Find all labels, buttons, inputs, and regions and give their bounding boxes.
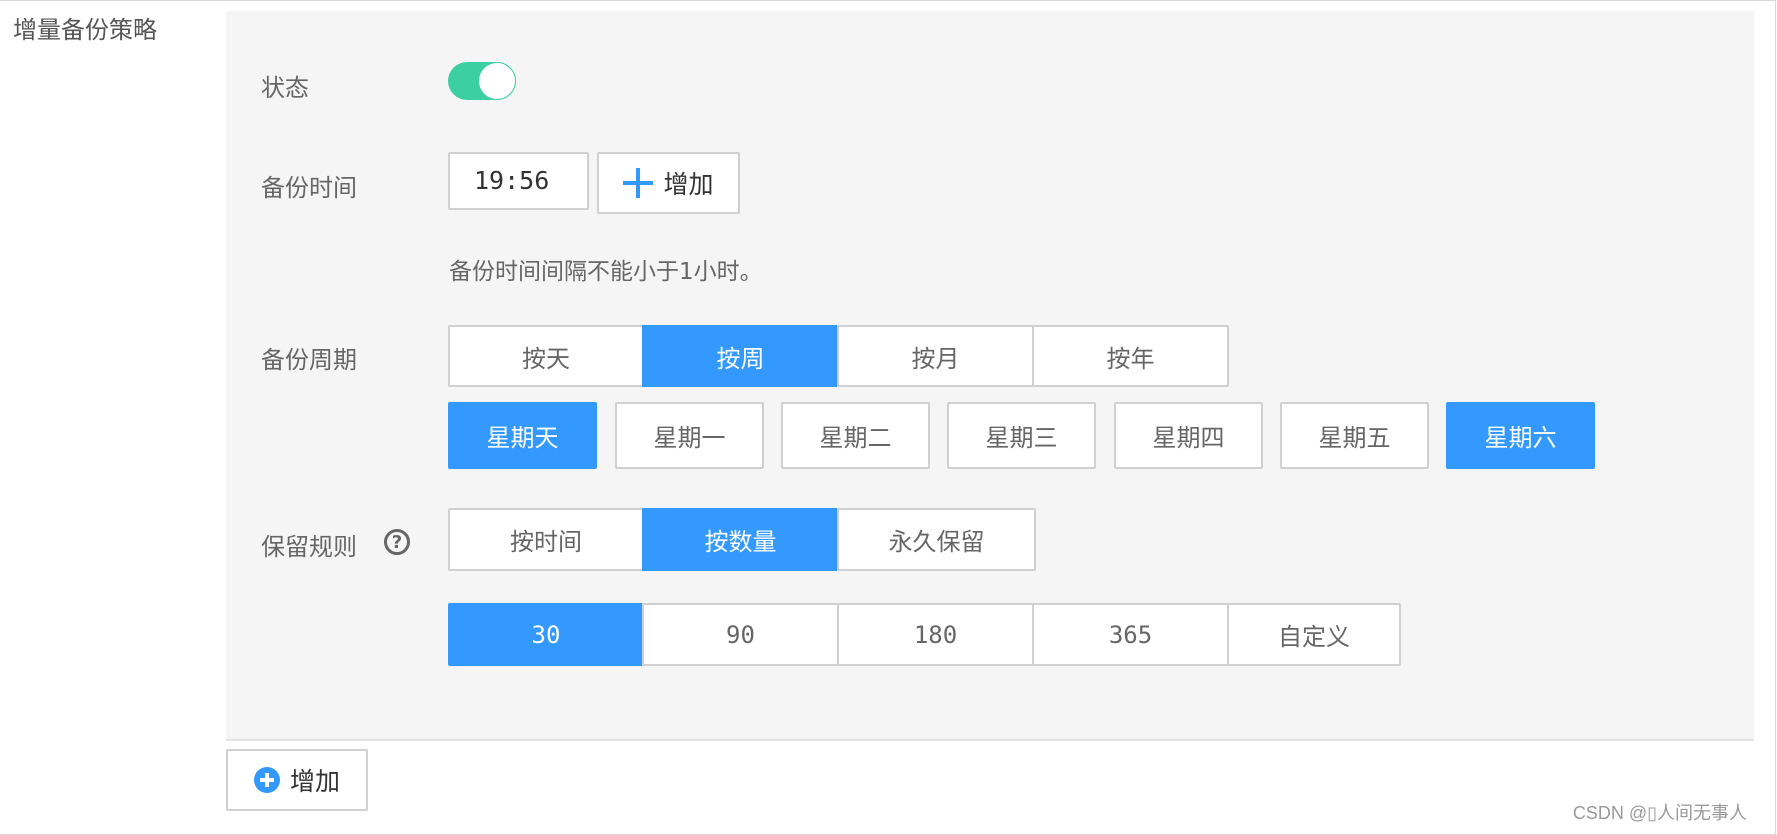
backup-time-input[interactable]: 19:56 (448, 152, 589, 210)
retention-mode-selector: 按时间 按数量 永久保留 (448, 508, 1036, 571)
status-toggle[interactable] (448, 62, 516, 100)
cycle-option-weekly[interactable]: 按周 (642, 325, 839, 387)
weekday-tuesday[interactable]: 星期二 (781, 402, 930, 469)
add-policy-button[interactable]: 增加 (226, 749, 368, 811)
weekday-wednesday[interactable]: 星期三 (947, 402, 1096, 469)
count-option-180[interactable]: 180 (837, 603, 1034, 666)
retention-by-count[interactable]: 按数量 (642, 508, 839, 571)
backup-time-hint: 备份时间间隔不能小于1小时。 (449, 259, 763, 285)
circle-plus-icon (253, 767, 280, 793)
retention-label: 保留规则 (261, 533, 357, 561)
weekday-friday[interactable]: 星期五 (1280, 402, 1429, 469)
backup-cycle-label: 备份周期 (261, 346, 357, 374)
toggle-knob (478, 62, 516, 100)
retention-count-selector: 30 90 180 365 自定义 (448, 603, 1401, 666)
plus-icon (623, 168, 654, 198)
retention-by-time[interactable]: 按时间 (448, 508, 644, 571)
count-option-365[interactable]: 365 (1032, 603, 1229, 666)
backup-time-label: 备份时间 (261, 174, 357, 202)
weekday-monday[interactable]: 星期一 (615, 402, 764, 469)
count-option-30[interactable]: 30 (448, 603, 644, 666)
status-label: 状态 (261, 74, 309, 102)
add-policy-label: 增加 (289, 767, 340, 796)
cycle-option-daily[interactable]: 按天 (448, 325, 644, 387)
count-option-90[interactable]: 90 (642, 603, 839, 666)
cycle-option-monthly[interactable]: 按月 (837, 325, 1034, 387)
weekday-saturday[interactable]: 星期六 (1446, 402, 1595, 469)
count-option-custom[interactable]: 自定义 (1227, 603, 1401, 666)
retention-forever[interactable]: 永久保留 (837, 508, 1036, 571)
backup-cycle-selector: 按天 按周 按月 按年 (448, 325, 1229, 387)
watermark: CSDN @▯人间无事人 (1572, 803, 1747, 823)
section-title: 增量备份策略 (13, 16, 157, 44)
weekday-thursday[interactable]: 星期四 (1114, 402, 1263, 469)
add-time-label: 增加 (663, 170, 714, 199)
add-time-button[interactable]: 增加 (597, 152, 740, 214)
help-icon[interactable]: ? (384, 529, 410, 555)
weekday-sunday[interactable]: 星期天 (448, 402, 597, 469)
cycle-option-yearly[interactable]: 按年 (1032, 325, 1229, 387)
